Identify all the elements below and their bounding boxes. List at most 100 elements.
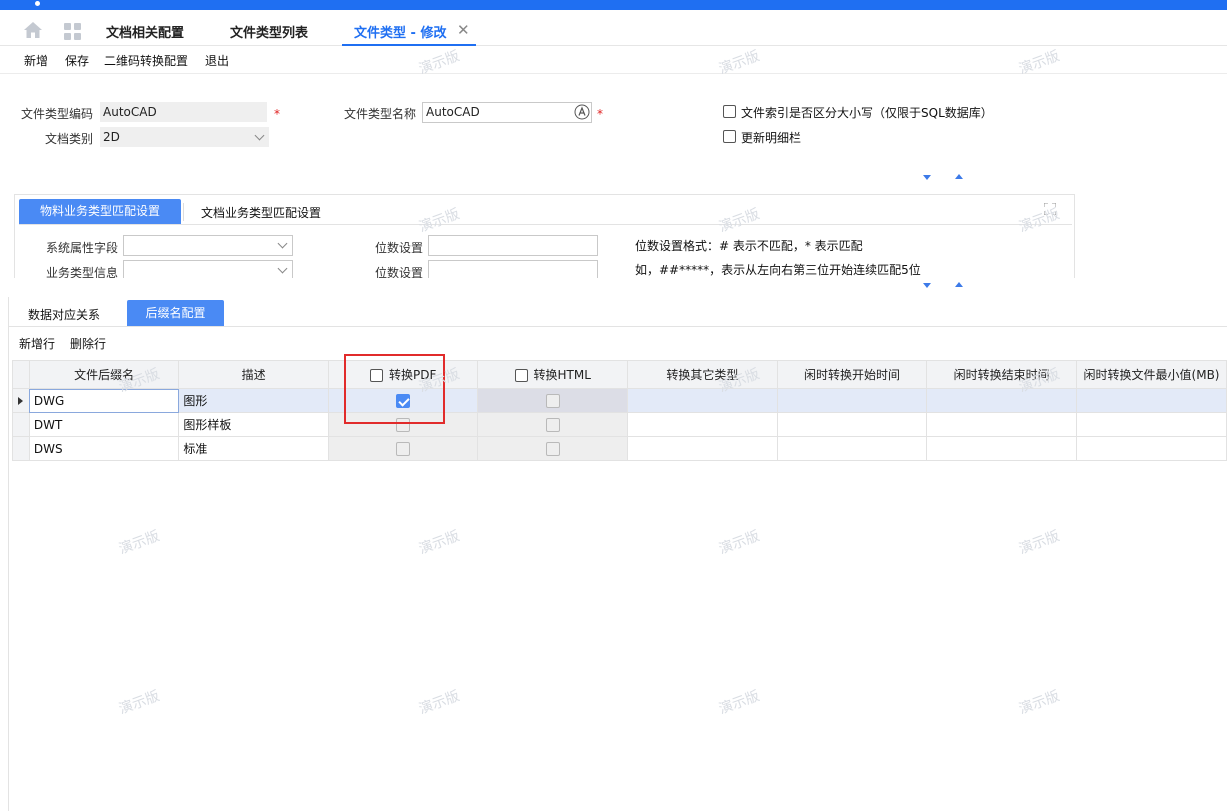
top-accent-bar — [0, 0, 1227, 10]
qr-config-button[interactable]: 二维码转换配置 — [104, 52, 188, 69]
system-field-select[interactable] — [123, 235, 293, 256]
tab-divider — [183, 203, 184, 221]
html-cell[interactable] — [477, 412, 629, 437]
idle-end-cell[interactable] — [926, 436, 1078, 461]
tab-doc-config[interactable]: 文档相关配置 — [106, 22, 184, 41]
pdf-cell[interactable] — [327, 436, 479, 461]
suffix-table: 文件后缀名 描述 转换PDF 转换HTML 转换其它类型 闲时转换开始时间 闲时… — [12, 360, 1227, 461]
add-row-button[interactable]: 新增行 — [19, 335, 55, 352]
case-sensitive-label: 文件索引是否区分大小写（仅限于SQL数据库） — [741, 106, 993, 120]
suffix-cell[interactable]: DWS — [28, 436, 180, 461]
close-tab-icon[interactable]: ✕ — [457, 21, 470, 39]
column-header-label: 转换PDF — [388, 368, 437, 382]
idle-start-cell[interactable] — [776, 388, 928, 413]
suffix-cell[interactable]: DWT — [28, 412, 180, 437]
table-row[interactable]: DWG 图形 — [12, 388, 1227, 413]
code-label: 文件类型编码 — [21, 107, 94, 121]
idle-min-size-cell[interactable] — [1076, 388, 1227, 413]
match-settings-panel: 物料业务类型匹配设置 文档业务类型匹配设置 系统属性字段 业务类型信息 位数设置… — [14, 194, 1075, 278]
idle-min-size-cell[interactable] — [1076, 412, 1227, 437]
digit-setting-input-2[interactable] — [428, 260, 598, 278]
html-cell[interactable] — [477, 388, 629, 413]
column-header[interactable]: 闲时转换开始时间 — [776, 360, 928, 389]
convert-pdf-checkbox[interactable] — [396, 417, 411, 432]
tab-document-match[interactable]: 文档业务类型匹配设置 — [201, 204, 321, 221]
home-icon[interactable] — [24, 22, 42, 38]
digit-setting-label: 位数设置 — [375, 241, 424, 255]
row-indicator[interactable] — [12, 412, 30, 437]
current-row-icon — [18, 397, 23, 405]
digit-example-hint: 如，##*****，表示从左向右第三位开始连续匹配5位 — [635, 263, 921, 277]
save-button[interactable]: 保存 — [65, 52, 89, 69]
idle-end-cell[interactable] — [926, 412, 1078, 437]
tab-underline — [9, 326, 1227, 327]
column-header[interactable]: 描述 — [178, 360, 329, 389]
main-toolbar: 新增 保存 二维码转换配置 退出 — [0, 46, 1227, 74]
update-detail-label: 更新明细栏 — [741, 131, 802, 145]
idle-start-cell[interactable] — [776, 412, 928, 437]
tab-file-type-list[interactable]: 文件类型列表 — [230, 22, 308, 41]
convert-html-checkbox[interactable] — [545, 393, 560, 408]
other-type-cell[interactable] — [627, 388, 778, 413]
suffix-config-panel: 数据对应关系 后缀名配置 新增行 删除行 文件后缀名 描述 转换PDF 转换HT… — [8, 297, 1227, 811]
idle-min-size-cell[interactable] — [1076, 436, 1227, 461]
column-header-pdf[interactable]: 转换PDF — [327, 360, 479, 389]
column-header-html[interactable]: 转换HTML — [477, 360, 629, 389]
exit-button[interactable]: 退出 — [205, 52, 229, 69]
expand-up-icon[interactable] — [955, 282, 963, 287]
html-cell[interactable] — [477, 436, 629, 461]
fullscreen-icon[interactable] — [1044, 203, 1056, 215]
new-button[interactable]: 新增 — [24, 52, 48, 69]
convert-html-checkbox[interactable] — [545, 441, 560, 456]
delete-row-button[interactable]: 删除行 — [70, 335, 106, 352]
name-field[interactable]: AutoCAD — [422, 102, 592, 123]
tab-material-match[interactable]: 物料业务类型匹配设置 — [19, 199, 181, 224]
table-row[interactable]: DWT 图形样板 — [12, 412, 1227, 437]
business-type-select[interactable] — [123, 260, 293, 278]
convert-pdf-checkbox[interactable] — [396, 441, 411, 456]
select-all-html-checkbox[interactable] — [514, 369, 528, 382]
tab-file-type-edit[interactable]: 文件类型 - 修改 — [354, 22, 446, 41]
collapse-down-icon[interactable] — [923, 175, 931, 180]
category-select[interactable]: 2D — [100, 127, 269, 147]
table-row[interactable]: DWS 标准 — [12, 436, 1227, 461]
category-label: 文档类别 — [45, 132, 94, 146]
apps-grid-icon[interactable] — [64, 23, 81, 40]
suffix-cell[interactable]: DWG — [28, 388, 180, 413]
table-header-row: 文件后缀名 描述 转换PDF 转换HTML 转换其它类型 闲时转换开始时间 闲时… — [12, 360, 1227, 389]
other-type-cell[interactable] — [627, 436, 778, 461]
form-area: 文件类型编码 AutoCAD * 文档类别 2D 文件类型名称 AutoCAD … — [0, 75, 1227, 297]
system-field-label: 系统属性字段 — [46, 241, 119, 255]
expand-up-icon[interactable] — [955, 174, 963, 179]
other-type-cell[interactable] — [627, 412, 778, 437]
tab-suffix-config[interactable]: 后缀名配置 — [127, 300, 224, 327]
digit-setting-label: 位数设置 — [375, 266, 424, 278]
row-indicator[interactable] — [12, 388, 30, 413]
collapse-down-icon[interactable] — [923, 283, 931, 288]
update-detail-checkbox[interactable] — [723, 130, 736, 143]
convert-html-checkbox[interactable] — [545, 417, 560, 432]
pdf-cell[interactable] — [327, 388, 479, 413]
idle-start-cell[interactable] — [776, 436, 928, 461]
case-sensitive-checkbox[interactable] — [723, 105, 736, 118]
row-indicator-header — [12, 360, 30, 389]
row-indicator[interactable] — [12, 436, 30, 461]
tab-data-mapping[interactable]: 数据对应关系 — [28, 306, 100, 323]
translate-icon[interactable] — [574, 104, 590, 120]
pdf-cell[interactable] — [327, 412, 479, 437]
required-mark: * — [274, 107, 280, 121]
convert-pdf-checkbox[interactable] — [396, 393, 411, 408]
navigation-tabbar: 文档相关配置 文件类型列表 文件类型 - 修改 ✕ — [0, 10, 1227, 46]
name-label: 文件类型名称 — [344, 107, 417, 121]
select-all-pdf-checkbox[interactable] — [369, 369, 383, 382]
description-cell[interactable]: 标准 — [178, 436, 329, 461]
column-header[interactable]: 闲时转换结束时间 — [926, 360, 1078, 389]
column-header[interactable]: 转换其它类型 — [627, 360, 778, 389]
description-cell[interactable]: 图形 — [178, 388, 329, 413]
digit-setting-input-1[interactable] — [428, 235, 598, 256]
digit-format-hint: 位数设置格式：# 表示不匹配，* 表示匹配 — [635, 239, 863, 253]
column-header[interactable]: 闲时转换文件最小值(MB) — [1076, 360, 1227, 389]
column-header[interactable]: 文件后缀名 — [28, 360, 180, 389]
idle-end-cell[interactable] — [926, 388, 1078, 413]
description-cell[interactable]: 图形样板 — [178, 412, 329, 437]
